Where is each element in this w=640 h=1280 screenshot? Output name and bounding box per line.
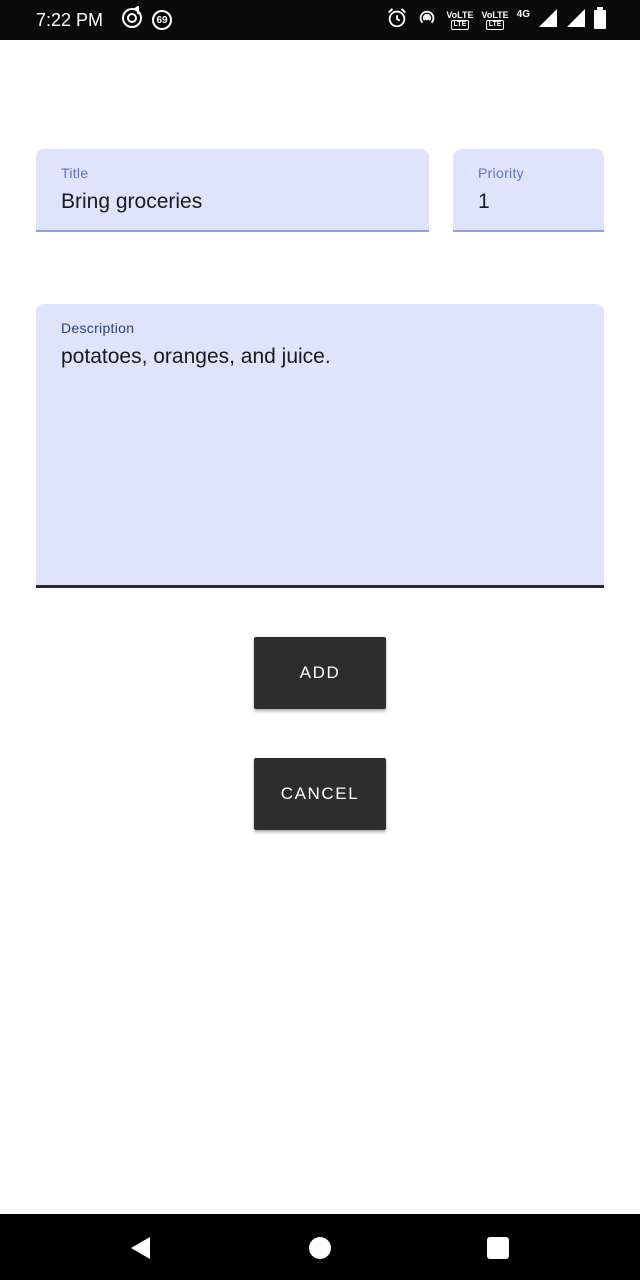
priority-input[interactable]: 1: [478, 189, 490, 215]
sim1-sub: LTE: [450, 19, 470, 30]
description-underline: [36, 585, 604, 588]
description-label: Description: [61, 320, 135, 336]
title-input[interactable]: Bring groceries: [61, 189, 202, 215]
title-underline: [36, 230, 429, 232]
priority-field[interactable]: Priority 1: [453, 149, 604, 232]
add-button[interactable]: ADD: [254, 637, 386, 709]
title-field[interactable]: Title Bring groceries: [36, 149, 429, 232]
alarm-icon: [386, 7, 408, 34]
music-sync-icon: [120, 4, 144, 35]
status-right-icons: VoLTE LTE VoLTE LTE 4G: [386, 6, 606, 34]
sim2-label: VoLTE: [481, 9, 509, 20]
title-label: Title: [61, 165, 89, 181]
recents-icon[interactable]: [484, 1234, 512, 1262]
signal-icon: [566, 8, 586, 33]
status-left-icons: 69: [120, 4, 172, 35]
sim2-sub: LTE: [485, 19, 505, 30]
network-type-label: 4G: [516, 9, 530, 20]
sim1-label: VoLTE: [446, 9, 474, 20]
notification-badge-icon: 69: [152, 10, 172, 30]
hotspot-icon: [416, 7, 438, 34]
back-icon[interactable]: [127, 1234, 155, 1262]
volte-icon: VoLTE LTE: [481, 9, 509, 30]
home-icon[interactable]: [306, 1234, 334, 1262]
status-time: 7:22 PM: [36, 10, 104, 30]
priority-underline: [453, 230, 604, 232]
signal-icon: [538, 8, 558, 33]
battery-icon: [594, 6, 606, 34]
description-input[interactable]: potatoes, oranges, and juice.: [61, 344, 331, 370]
navigation-bar: [0, 1214, 640, 1280]
status-bar: 7:22 PM 69 VoLTE LTE VoLTE LTE 4G: [0, 0, 640, 40]
cancel-button[interactable]: CANCEL: [254, 758, 386, 830]
description-field[interactable]: Description potatoes, oranges, and juice…: [36, 304, 604, 588]
volte-icon: VoLTE LTE: [446, 9, 474, 30]
priority-label: Priority: [478, 165, 524, 181]
